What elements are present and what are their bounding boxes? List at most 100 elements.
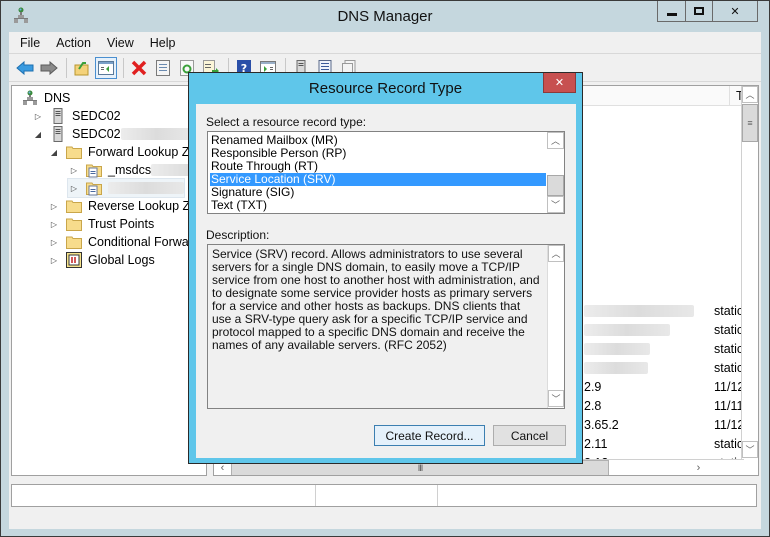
tree-item[interactable]: ▷ Reverse Lookup Zones: [48, 197, 206, 215]
title-bar[interactable]: DNS Manager ✕: [1, 1, 769, 31]
maximize-icon: [694, 7, 704, 15]
tree-item[interactable]: ▷ Trust Points: [48, 215, 154, 233]
menu-view[interactable]: View: [99, 36, 142, 50]
collapse-toggle-icon[interactable]: ◢: [32, 130, 44, 139]
cell-timestamp: static: [714, 304, 744, 318]
cell-timestamp: 11/12/2: [714, 380, 744, 394]
expand-toggle-icon[interactable]: ▷: [48, 220, 60, 229]
cell-timestamp: static: [714, 361, 744, 375]
cell-timestamp: 11/12/2: [714, 418, 744, 432]
redacted-text: [120, 128, 193, 140]
scroll-up-button[interactable]: ︿: [548, 245, 564, 262]
resource-record-type-dialog: Resource Record Type ✕ Select a resource…: [188, 72, 583, 464]
cell-data: [584, 324, 670, 339]
redacted-text: [584, 343, 650, 355]
cell-timestamp: static: [714, 437, 744, 451]
cell-type: Host (A): [405, 475, 451, 476]
redacted-text: [584, 305, 694, 317]
listbox-scrollbar[interactable]: ︿ ﹀: [547, 132, 564, 213]
tree-item[interactable]: ▷: [67, 178, 185, 198]
tree-item-label: SEDC02: [72, 109, 121, 123]
status-separator: [437, 485, 438, 506]
expand-toggle-icon[interactable]: ▷: [48, 238, 60, 247]
tree-item[interactable]: ▷ _msdcs: [68, 161, 206, 179]
tree-item[interactable]: ▷ Conditional Forwarders: [48, 233, 206, 251]
minimize-icon: [666, 12, 677, 16]
redacted-text: [108, 182, 184, 194]
dialog-body: Select a resource record type: ︿ ﹀ Renam…: [196, 104, 576, 458]
record-type-listbox[interactable]: ︿ ﹀ Renamed Mailbox (MR) Responsible Pers…: [207, 131, 565, 214]
zone-icon: [86, 180, 102, 196]
scroll-down-button[interactable]: ﹀: [547, 196, 564, 213]
cell-data: 2.8: [584, 399, 602, 413]
scroll-up-button[interactable]: ︿: [547, 132, 564, 149]
folder-icon: [66, 216, 82, 232]
expand-toggle-icon[interactable]: ▷: [32, 112, 44, 121]
cell-data: 10.0.152.13: [543, 475, 609, 476]
forward-button[interactable]: [38, 57, 60, 79]
column-separator[interactable]: [729, 86, 730, 106]
status-bar: [11, 484, 757, 507]
tree-item[interactable]: ◢ Forward Lookup Zones: [48, 143, 206, 161]
close-icon: ✕: [554, 77, 565, 89]
toolbar-separator: [123, 58, 124, 78]
scroll-up-button[interactable]: ︿: [742, 86, 758, 103]
scroll-down-button[interactable]: ﹀: [742, 441, 758, 458]
arrow-left-icon: [16, 61, 34, 75]
tree-item[interactable]: ▷ SEDC02: [32, 107, 121, 125]
close-button[interactable]: ✕: [712, 1, 757, 21]
collapse-toggle-icon[interactable]: ◢: [48, 148, 60, 157]
cell-data: 2.11: [584, 437, 608, 451]
window-controls: ✕: [657, 1, 758, 22]
description-box: Service (SRV) record. Allows administrat…: [207, 244, 565, 409]
dns-network-icon: [22, 90, 38, 106]
expand-toggle-icon[interactable]: ▷: [48, 202, 60, 211]
folder-icon: [66, 144, 82, 160]
maximize-button[interactable]: [685, 1, 712, 21]
record-type-option[interactable]: Text (TXT): [210, 199, 546, 212]
tree-item-label: SEDC02: [72, 127, 121, 141]
up-one-level-button[interactable]: [71, 57, 93, 79]
create-record-button[interactable]: Create Record...: [374, 425, 485, 446]
menu-help[interactable]: Help: [142, 36, 184, 50]
scroll-down-button[interactable]: ﹀: [548, 390, 564, 407]
delete-x-icon: [131, 60, 147, 76]
description-text: Service (SRV) record. Allows administrat…: [212, 247, 540, 352]
scroll-right-button[interactable]: ›: [690, 460, 707, 475]
expand-toggle-icon[interactable]: ▷: [68, 184, 80, 193]
close-icon: ✕: [730, 5, 740, 18]
menu-action[interactable]: Action: [48, 36, 99, 50]
vertical-scrollbar[interactable]: ︿ ≡ ﹀: [741, 86, 758, 459]
dialog-close-button[interactable]: ✕: [543, 73, 576, 93]
description-scrollbar[interactable]: ︿ ﹀: [547, 245, 564, 408]
tree-item[interactable]: DNS: [22, 89, 70, 107]
properties-icon: [156, 60, 170, 76]
arrow-right-icon: [40, 61, 58, 75]
folder-icon: [66, 234, 82, 250]
back-button[interactable]: [14, 57, 36, 79]
show-hide-console-tree-button[interactable]: [95, 57, 117, 79]
folder-up-icon: [74, 62, 89, 76]
tree-item[interactable]: ▷ Global Logs: [48, 251, 155, 269]
cell-timestamp: static: [714, 323, 744, 337]
toolbar-separator: [66, 58, 67, 78]
minimize-button[interactable]: [658, 1, 685, 21]
scroll-grip: III: [417, 463, 423, 473]
cell-data: [584, 362, 648, 377]
status-separator: [315, 485, 316, 506]
expand-toggle-icon[interactable]: ▷: [48, 256, 60, 265]
properties-button[interactable]: [152, 57, 174, 79]
scroll-thumb[interactable]: ≡: [742, 104, 758, 142]
delete-button[interactable]: [128, 57, 150, 79]
scroll-thumb[interactable]: [547, 175, 564, 196]
cancel-button[interactable]: Cancel: [493, 425, 566, 446]
cell-timestamp: static: [714, 342, 744, 356]
tree-item[interactable]: ◢ SEDC02: [32, 125, 193, 143]
menu-file[interactable]: File: [9, 36, 48, 50]
cell-data: [584, 343, 650, 358]
console-tree: DNS ▷ SEDC02 ◢ SEDC02 ◢ Forward Lookup Zones ▷ _…: [11, 85, 207, 476]
expand-toggle-icon[interactable]: ▷: [68, 166, 80, 175]
cell-name: 10-0-152-13: [240, 475, 308, 476]
cell-timestamp: 11/11/2: [714, 399, 744, 413]
console-tree-icon: [98, 61, 114, 75]
